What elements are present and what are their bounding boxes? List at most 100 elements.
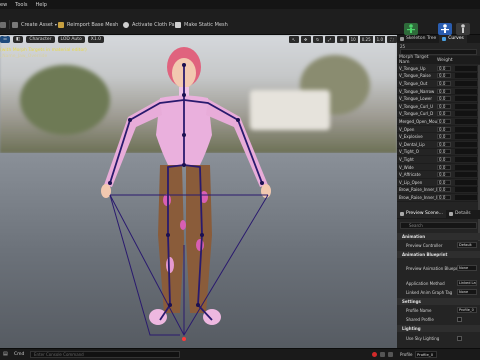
profile-name-field[interactable]: Profile_0 <box>457 307 477 313</box>
preview-anim-bp-dropdown[interactable]: None <box>457 265 477 271</box>
morph-target-row[interactable]: Brow_Raise_Inner_R 0.0 <box>397 194 480 202</box>
show-character-button[interactable]: Character <box>26 36 55 43</box>
morph-target-row[interactable]: V_Tight_O 0.0 <box>397 149 480 157</box>
mesh-mode-button[interactable] <box>438 23 452 35</box>
morph-target-weight-slider[interactable] <box>455 149 477 155</box>
morph-target-row[interactable]: V_Open 0.0 <box>397 126 480 134</box>
morph-target-weight-slider[interactable] <box>455 80 477 86</box>
save-button[interactable] <box>0 20 9 29</box>
morph-target-weight-field[interactable]: 0.0 <box>437 103 451 109</box>
morph-target-row[interactable]: V_Affricate 0.0 <box>397 171 480 179</box>
move-icon[interactable]: ✥ <box>300 36 311 43</box>
morph-target-row[interactable]: V_Dental_Lip 0.0 <box>397 141 480 149</box>
menu-tools[interactable]: Tools <box>15 2 27 8</box>
morph-target-row[interactable]: V_Lip_Open 0.0 <box>397 179 480 187</box>
morph-target-weight-field[interactable]: 0.0 <box>437 134 451 140</box>
console-command-input[interactable]: Enter Console Command <box>30 351 180 358</box>
make-static-mesh-button[interactable]: Make Static Mesh <box>175 20 228 29</box>
tab-skeleton-tree[interactable]: Skeleton Tree <box>397 35 439 43</box>
morph-target-row[interactable]: Merged_Open_Mou 0.0 <box>397 118 480 126</box>
morph-target-weight-field[interactable]: 0.0 <box>437 65 451 71</box>
morph-target-weight-field[interactable]: 0.0 <box>437 156 451 162</box>
menu-help[interactable]: Help <box>36 2 47 8</box>
create-asset-button[interactable]: Create Asset ▾ <box>12 20 57 29</box>
morph-target-weight-field[interactable]: 0.0 <box>437 96 451 102</box>
morph-target-row[interactable]: V_Tongue_Curl_U 0.0 <box>397 103 480 111</box>
skeleton-mode-button[interactable] <box>404 23 418 35</box>
details-search-input[interactable]: Search <box>400 222 477 229</box>
tab-preview-scene[interactable]: Preview Scene... <box>397 210 446 218</box>
tab-curves[interactable]: Curves <box>439 35 467 43</box>
morph-target-weight-slider[interactable] <box>455 156 477 162</box>
morph-target-weight-slider[interactable] <box>455 126 477 132</box>
morph-target-weight-field[interactable]: 0.0 <box>437 80 451 86</box>
viewport-options-button[interactable]: ☰ <box>0 36 11 43</box>
rotate-snap-value[interactable]: 0.25 <box>359 36 373 43</box>
morph-target-weight-field[interactable]: 0.0 <box>437 141 451 147</box>
morph-target-weight-slider[interactable] <box>455 172 477 178</box>
morph-target-row[interactable]: V_Tongue_Narrow 0.0 <box>397 88 480 96</box>
morph-target-weight-slider[interactable] <box>455 164 477 170</box>
scale-snap-value[interactable]: 1.0 <box>374 36 385 43</box>
output-log-icon[interactable]: ▤ <box>3 351 8 357</box>
perspective-button[interactable]: ◧ <box>13 36 24 43</box>
animation-mode-button[interactable] <box>456 23 470 35</box>
scale-icon[interactable]: ⤢ <box>324 36 335 43</box>
morph-target-weight-slider[interactable] <box>455 118 477 124</box>
morph-target-weight-field[interactable]: 0.0 <box>437 111 451 117</box>
morph-target-row[interactable]: V_Tongue_Up 0.0 <box>397 65 480 73</box>
play-icon[interactable] <box>388 352 393 357</box>
morph-target-weight-field[interactable]: 0.0 <box>437 187 451 193</box>
menu-view[interactable]: ew <box>0 2 7 8</box>
grid-snap-value[interactable]: 10 <box>348 36 358 43</box>
rotate-icon[interactable]: ↻ <box>312 36 323 43</box>
morph-target-row[interactable]: V_Explosive 0.0 <box>397 133 480 141</box>
col-morph-name[interactable]: Morph Target Nam <box>397 55 437 65</box>
morph-target-weight-field[interactable]: 0.0 <box>437 118 451 124</box>
maximize-icon[interactable]: ⛶ <box>387 36 397 43</box>
morph-target-row[interactable]: V_Wide 0.0 <box>397 164 480 172</box>
application-method-dropdown[interactable]: Linked Layers <box>457 280 477 286</box>
morph-target-weight-slider[interactable] <box>455 187 477 193</box>
section-animation-blueprint[interactable]: Animation Blueprint <box>397 251 480 258</box>
playback-speed-button[interactable]: X1.0 <box>87 36 105 43</box>
select-icon[interactable]: ↖ <box>288 36 299 43</box>
morph-target-weight-slider[interactable] <box>455 103 477 109</box>
morph-target-weight-field[interactable]: 0.0 <box>437 149 451 155</box>
morph-target-weight-slider[interactable] <box>455 88 477 94</box>
col-weight[interactable]: Weight <box>437 58 457 63</box>
morph-target-weight-field[interactable]: 0.0 <box>437 126 451 132</box>
morph-target-weight-field[interactable]: 0.0 <box>437 172 451 178</box>
morph-target-weight-slider[interactable] <box>455 65 477 71</box>
morph-target-weight-slider[interactable] <box>455 111 477 117</box>
morph-target-row[interactable]: V_Tongue_Raise 0.0 <box>397 73 480 81</box>
section-settings[interactable]: Settings <box>397 298 480 305</box>
linked-anim-graph-tag-dropdown[interactable]: None <box>457 289 477 295</box>
section-animation[interactable]: Animation <box>397 233 480 240</box>
morph-target-row[interactable]: V_Tongue_Lower 0.0 <box>397 95 480 103</box>
morph-target-weight-field[interactable]: 0.0 <box>437 164 451 170</box>
morph-target-row[interactable]: V_Tongue_Out 0.0 <box>397 80 480 88</box>
lod-button[interactable]: LOD Auto <box>57 36 85 43</box>
use-sky-lighting-checkbox[interactable] <box>457 335 462 341</box>
viewport[interactable]: ☰ ◧ Character LOD Auto X1.0 ↖ ✥ ↻ ⤢ ◎ 10… <box>0 35 397 348</box>
morph-target-row[interactable]: Brow_Raise_Inner_L 0.0 <box>397 187 480 195</box>
preview-controller-dropdown[interactable]: Default <box>457 242 477 248</box>
shared-profile-checkbox[interactable] <box>457 316 462 322</box>
cmd-label[interactable]: Cmd <box>14 352 24 357</box>
morph-target-weight-slider[interactable] <box>455 73 477 79</box>
morph-target-weight-field[interactable]: 0.0 <box>437 88 451 94</box>
tab-details[interactable]: Details <box>446 210 474 218</box>
play-back-icon[interactable] <box>380 352 385 357</box>
morph-target-weight-slider[interactable] <box>455 141 477 147</box>
morph-target-weight-slider[interactable] <box>455 194 477 200</box>
section-lighting[interactable]: Lighting <box>397 325 480 332</box>
morph-target-row[interactable]: V_Tongue_Curl_D 0.0 <box>397 111 480 119</box>
cloth-paint-button[interactable]: Activate Cloth Paint <box>123 20 181 29</box>
morph-target-weight-slider[interactable] <box>455 134 477 140</box>
morph-target-weight-slider[interactable] <box>455 96 477 102</box>
morph-target-row[interactable]: V_Tight 0.0 <box>397 156 480 164</box>
morph-target-weight-field[interactable]: 0.0 <box>437 73 451 79</box>
world-icon[interactable]: ◎ <box>336 36 347 43</box>
record-icon[interactable] <box>372 352 377 357</box>
